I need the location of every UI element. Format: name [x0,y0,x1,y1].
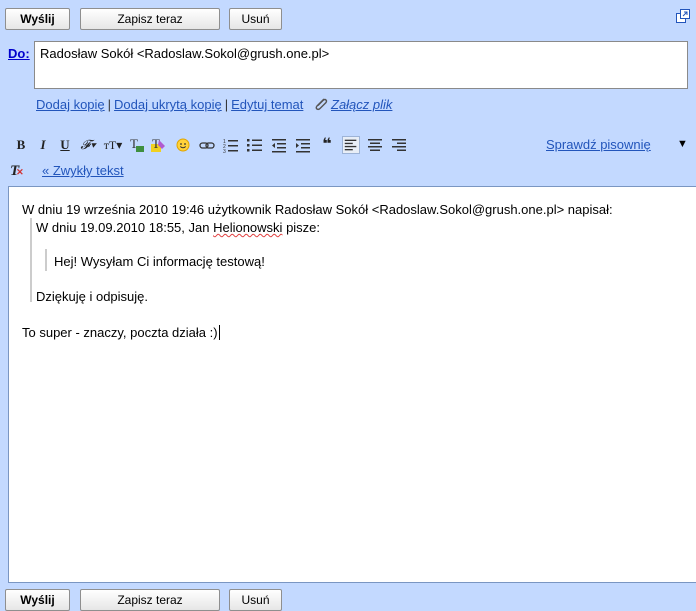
align-right-icon[interactable] [390,136,408,154]
outdent-icon[interactable] [270,136,288,154]
quote-bar-outer [30,218,32,302]
to-field[interactable]: Radosław Sokół <Radoslaw.Sokol@grush.one… [34,41,688,89]
save-now-button-bottom[interactable]: Zapisz teraz [80,589,220,611]
add-cc-link[interactable]: Dodaj kopię [36,97,105,112]
delete-button-bottom[interactable]: Usuń [229,589,282,611]
plain-text-link[interactable]: « Zwykły tekst [42,163,124,178]
reply-attribution: W dniu 19 września 2010 19:46 użytkownik… [22,202,613,217]
italic-icon[interactable]: I [34,136,52,154]
text-color-icon[interactable]: T [128,136,146,154]
message-body-editor[interactable]: W dniu 19 września 2010 19:46 użytkownik… [8,186,696,583]
font-icon[interactable]: 𝓕▾ [76,136,100,154]
add-bcc-link[interactable]: Dodaj ukrytą kopię [114,97,222,112]
bold-icon[interactable]: B [12,136,30,154]
svg-text:3: 3 [223,149,226,154]
align-center-icon[interactable] [366,136,384,154]
quote-icon[interactable]: ❝ [318,136,336,154]
text-caret [218,325,220,340]
to-field-value: Radosław Sokół <Radoslaw.Sokol@grush.one… [40,46,330,61]
quote-attribution: W dniu 19.09.2010 18:55, Jan Helionowski… [36,220,321,235]
link-separator: | [107,97,112,112]
highlight-color-icon[interactable]: T [150,136,168,154]
delete-button[interactable]: Usuń [229,8,282,30]
popout-window-icon[interactable] [676,9,690,23]
remove-formatting-icon[interactable]: T✕ [10,163,26,179]
save-now-button[interactable]: Zapisz teraz [80,8,220,30]
chevron-down-icon[interactable]: ▼ [677,138,688,150]
link-separator: | [224,97,229,112]
font-size-icon[interactable]: тT▾ [102,136,124,154]
attach-file-link[interactable]: Załącz plik [331,97,392,112]
numbered-list-icon[interactable]: 123 [222,136,240,154]
link-icon[interactable] [198,136,216,154]
paperclip-icon [315,98,328,111]
underline-icon[interactable]: U [56,136,74,154]
send-button-bottom[interactable]: Wyślij [5,589,70,611]
emoticon-icon[interactable] [174,136,192,154]
send-button[interactable]: Wyślij [5,8,70,30]
to-label[interactable]: Do: [8,46,30,61]
indent-icon[interactable] [294,136,312,154]
bulleted-list-icon[interactable] [246,136,264,154]
compose-links: Dodaj kopię | Dodaj ukrytą kopię | Edytuj te… [36,97,392,112]
spell-check-link[interactable]: Sprawdź pisownię [546,137,651,152]
reply-text: To super - znaczy, poczta działa :) [22,325,220,340]
align-left-icon[interactable] [342,136,360,154]
quoted-outer-text: Dziękuję i odpisuję. [36,289,149,304]
quoted-inner-text: Hej! Wysyłam Ci informację testową! [54,254,265,269]
edit-subject-link[interactable]: Edytuj temat [231,97,303,112]
quote-bar-inner [45,249,47,271]
